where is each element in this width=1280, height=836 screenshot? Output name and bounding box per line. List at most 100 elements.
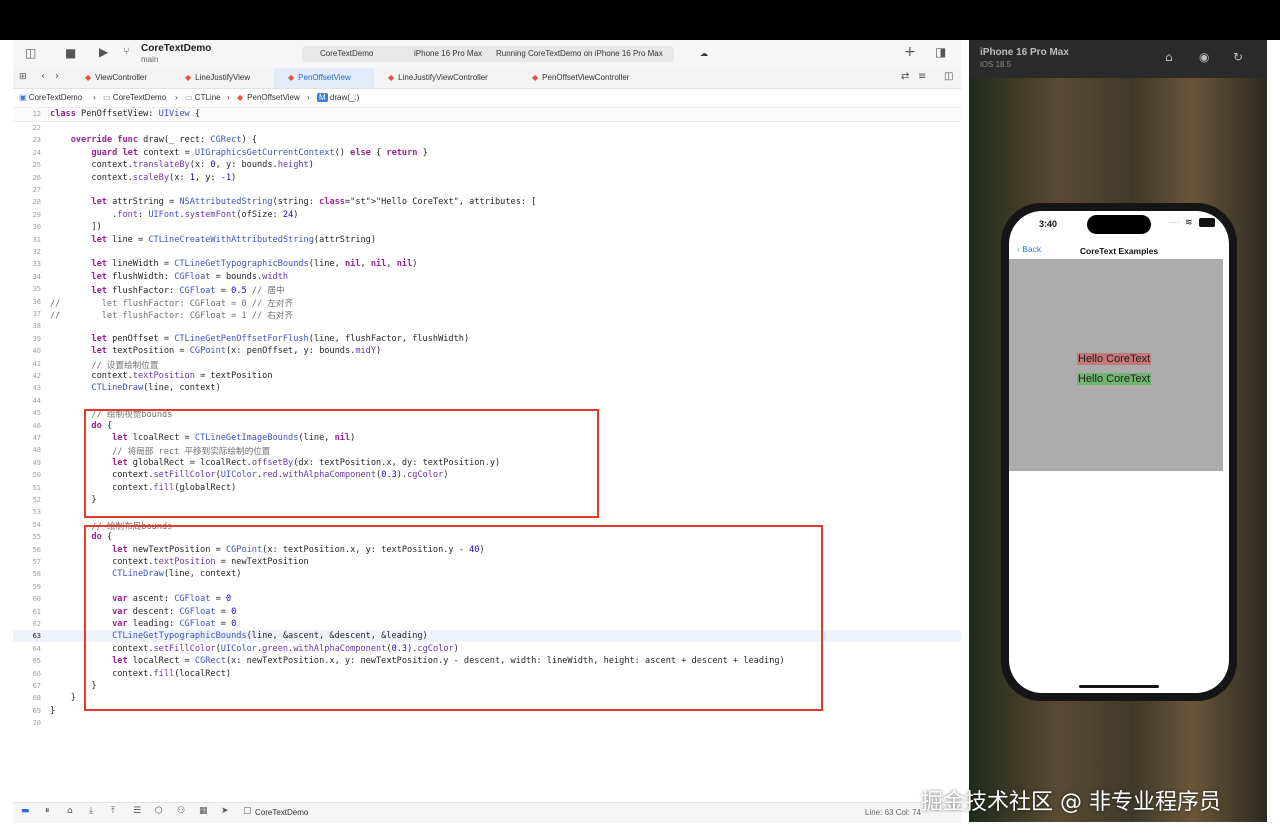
tab-viewcontroller[interactable]: ◆ ViewController bbox=[71, 68, 185, 88]
grid-icon[interactable]: ⊞ bbox=[19, 72, 27, 82]
code-line[interactable]: } bbox=[50, 706, 55, 716]
line-number: 46 bbox=[32, 421, 41, 430]
line-number: 37 bbox=[32, 310, 41, 318]
code-line[interactable]: let textPosition = CGPoint(x: penOffset,… bbox=[50, 346, 381, 356]
xcode-window: ◫ ■ ▶ ⑂ CoreTextDemo main CoreTextDemo i… bbox=[13, 40, 961, 823]
watermark: 掘金技术社区 @ 非专业程序员 bbox=[921, 790, 1221, 815]
split-editor-icon[interactable]: ◫ bbox=[944, 71, 953, 82]
forward-icon[interactable]: › bbox=[55, 71, 59, 82]
highlight-box-visual-bounds bbox=[84, 409, 599, 518]
line-number: 57 bbox=[32, 558, 41, 566]
code-line[interactable]: let flushFactor: CGFloat = 0.5 // 居中 bbox=[50, 284, 284, 296]
breadcrumb-file[interactable]: ◆ PenOffsetView bbox=[237, 93, 300, 102]
code-line[interactable]: // let flushFactor: CGFloat = 1 // 右对齐 bbox=[50, 309, 293, 321]
os-version: iOS 18.5 bbox=[980, 60, 1012, 69]
cloud-icon: ☁ bbox=[700, 49, 708, 58]
code-line[interactable]: let penOffset = CTLineGetPenOffsetForFlu… bbox=[50, 334, 469, 344]
code-line[interactable]: .font: UIFont.systemFont(ofSize: 24) bbox=[50, 210, 298, 220]
line-number: 55 bbox=[32, 533, 41, 542]
code-line[interactable]: // let flushFactor: CGFloat = 0 // 左对齐 bbox=[50, 297, 293, 309]
code-line[interactable]: override func draw(_ rect: CGRect) { bbox=[50, 135, 257, 145]
home-icon[interactable]: ⌂ bbox=[1165, 50, 1173, 64]
tab-penoffsetviewcontroller[interactable]: ◆ PenOffsetViewController bbox=[518, 68, 662, 88]
chevron-right-icon: › bbox=[227, 93, 230, 102]
line-number: 59 bbox=[32, 582, 41, 591]
line-number: 52 bbox=[32, 496, 41, 504]
code-line[interactable]: let flushWidth: CGFloat = bounds.width bbox=[50, 272, 288, 282]
hello-text-visual-bounds: Hello CoreText bbox=[1077, 353, 1152, 365]
location-icon[interactable]: ➤ bbox=[221, 806, 229, 816]
code-line[interactable]: ]) bbox=[50, 222, 101, 232]
destination[interactable]: iPhone 16 Pro Max bbox=[414, 49, 482, 58]
step-in-icon[interactable]: ⤓ bbox=[89, 806, 93, 816]
line-number: 34 bbox=[32, 272, 41, 281]
line-number: 64 bbox=[32, 644, 41, 653]
breadcrumb-folder[interactable]: ▭ CTLine bbox=[185, 93, 221, 102]
tab-linejustifyview[interactable]: ◆ LineJustifyView bbox=[171, 68, 285, 88]
xcode-project-icon: ▣ bbox=[19, 93, 27, 102]
run-icon[interactable]: ▶ bbox=[99, 45, 108, 59]
sticky-code: class PenOffsetView: UIView { bbox=[50, 109, 201, 119]
swift-icon: ◆ bbox=[532, 73, 539, 82]
scheme-bar[interactable]: CoreTextDemo iPhone 16 Pro Max Running C… bbox=[302, 46, 708, 62]
line-number: 68 bbox=[32, 694, 41, 703]
memory-graph-icon[interactable]: ⬡ bbox=[155, 806, 163, 816]
breadcrumb-group[interactable]: ▭ CoreTextDemo bbox=[103, 93, 166, 102]
code-line[interactable]: CTLineDraw(line, context) bbox=[50, 383, 220, 393]
line-number: 70 bbox=[32, 719, 41, 728]
refresh-icon[interactable]: ⇄ bbox=[901, 71, 909, 82]
line-number: 28 bbox=[32, 198, 41, 207]
sidebar-toggle-icon[interactable]: ◫ bbox=[25, 46, 36, 60]
breadcrumb-method[interactable]: M draw(_:) bbox=[317, 93, 359, 102]
lines-icon[interactable]: ≡ bbox=[918, 71, 926, 82]
debug-toggle-icon[interactable]: ▬ bbox=[21, 806, 30, 816]
pause-icon[interactable]: ⏸ bbox=[45, 806, 50, 816]
iphone-frame: 3:40 ···· ≋ ‹ Back CoreText Examples Hel… bbox=[1001, 203, 1237, 701]
code-line[interactable]: context.translateBy(x: 0, y: bounds.heig… bbox=[50, 160, 314, 170]
folder-icon: ▭ bbox=[103, 93, 111, 102]
status-bar: ▬ ⏸ ⌂ ⤓ ⤒ ☰ ⬡ ⚇ ▦ ➤ ▢ CoreTextDemo Line:… bbox=[13, 802, 961, 823]
code-line[interactable]: } bbox=[50, 693, 76, 703]
home-indicator bbox=[1079, 685, 1159, 688]
line-number: 12 bbox=[32, 110, 41, 118]
tab-penoffsetview[interactable]: ◆ PenOffsetView bbox=[274, 68, 374, 88]
line-number: 44 bbox=[32, 396, 41, 405]
stop-icon[interactable]: ■ bbox=[65, 46, 76, 60]
environment-icon[interactable]: ⚇ bbox=[177, 806, 185, 816]
cursor-position: Line: 63 Col: 74 bbox=[865, 808, 922, 817]
chevron-right-icon: › bbox=[175, 93, 178, 102]
branch-icon: ⑂ bbox=[123, 45, 130, 58]
add-button[interactable]: + bbox=[904, 44, 916, 60]
rotate-icon[interactable]: ↻ bbox=[1233, 50, 1243, 64]
line-number: 42 bbox=[32, 372, 41, 380]
screenshot-icon[interactable]: ◉ bbox=[1199, 50, 1209, 64]
code-line[interactable]: // 设置绘制位置 bbox=[50, 359, 158, 371]
step-out-icon[interactable]: ⤒ bbox=[111, 806, 115, 816]
line-number: 23 bbox=[32, 136, 41, 145]
line-number: 65 bbox=[32, 657, 41, 666]
code-line[interactable]: guard let context = UIGraphicsGetCurrent… bbox=[50, 148, 427, 158]
code-line[interactable]: let lineWidth = CTLineGetTypographicBoun… bbox=[50, 259, 417, 269]
line-number: 49 bbox=[32, 458, 41, 467]
breadcrumb: ▣ CoreTextDemo › ▭ CoreTextDemo › ▭ CTLi… bbox=[13, 89, 961, 108]
tab-linejustifyviewcontroller[interactable]: ◆ LineJustifyViewController bbox=[374, 68, 518, 88]
battery-icon bbox=[1199, 218, 1215, 227]
iphone-screen: 3:40 ···· ≋ ‹ Back CoreText Examples Hel… bbox=[1009, 211, 1229, 693]
breadcrumb-project[interactable]: ▣ CoreTextDemo bbox=[19, 93, 82, 102]
simulate-icon[interactable]: ▦ bbox=[199, 806, 208, 816]
line-number: 62 bbox=[32, 620, 41, 628]
step-over-icon[interactable]: ⌂ bbox=[67, 806, 73, 816]
view-hierarchy-icon[interactable]: ☰ bbox=[133, 806, 141, 816]
target-icon: ▢ bbox=[243, 806, 252, 816]
code-line[interactable]: let line = CTLineCreateWithAttributedStr… bbox=[50, 235, 376, 245]
back-icon[interactable]: ‹ bbox=[41, 71, 45, 82]
sticky-header: 12 class PenOffsetView: UIView { bbox=[13, 108, 961, 122]
code-line[interactable]: let attrString = NSAttributedString(stri… bbox=[50, 197, 536, 207]
editor-tabs: ⊞ ‹ › ◆ ViewController ◆ LineJustifyView ◆… bbox=[13, 68, 961, 89]
code-line[interactable]: context.scaleBy(x: 1, y: -1) bbox=[50, 173, 236, 183]
simulator-header: iPhone 16 Pro Max iOS 18.5 ⌂ ◉ ↻ bbox=[969, 40, 1267, 78]
status-target: CoreTextDemo bbox=[255, 808, 309, 817]
inspector-toggle-icon[interactable]: ◨ bbox=[935, 45, 946, 59]
code-line[interactable]: context.textPosition = textPosition bbox=[50, 371, 272, 381]
scheme-project[interactable]: CoreTextDemo bbox=[320, 49, 373, 58]
